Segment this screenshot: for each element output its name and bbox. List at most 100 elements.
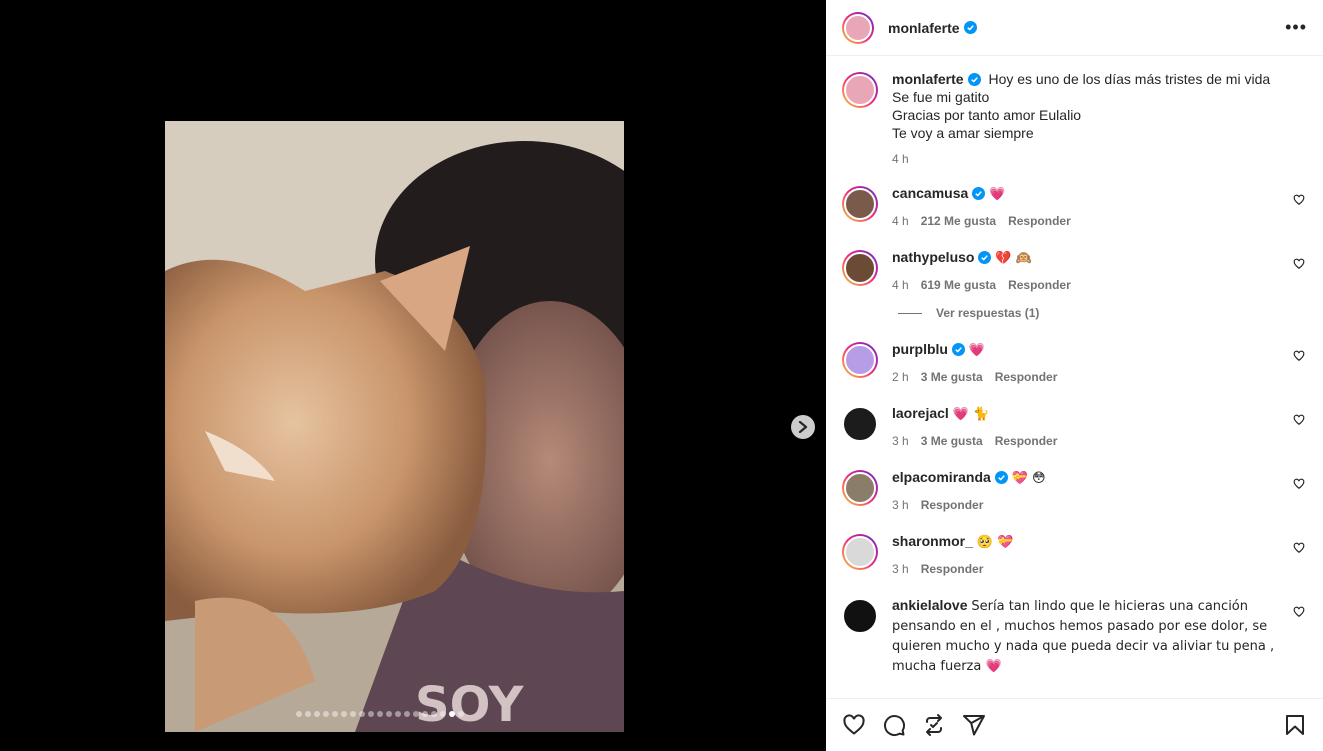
- next-slide-button[interactable]: [791, 415, 815, 439]
- comment-username[interactable]: nathypeluso: [892, 249, 974, 265]
- carousel-dot: [341, 711, 347, 717]
- like-count[interactable]: 3 Me gusta: [921, 432, 983, 450]
- avatar[interactable]: [842, 250, 878, 286]
- carousel-dot: [323, 711, 329, 717]
- carousel-dot: [440, 711, 446, 717]
- like-count[interactable]: 212 Me gusta: [921, 212, 996, 230]
- timestamp: 3 h: [892, 498, 909, 512]
- comment-text: purplblu 💗: [892, 340, 1292, 360]
- more-icon[interactable]: •••: [1285, 17, 1307, 38]
- comment-like-heart-icon[interactable]: [1293, 350, 1305, 362]
- carousel-dot: [413, 711, 419, 717]
- comment-content: 💗: [989, 187, 1006, 202]
- bookmark-icon[interactable]: [1283, 713, 1307, 737]
- avatar[interactable]: [842, 11, 874, 44]
- comment-text: laorejacl 💗 🐈: [892, 404, 1292, 424]
- comment-content: 🥺 💝: [976, 535, 1014, 550]
- reply-button[interactable]: Responder: [921, 560, 984, 578]
- avatar[interactable]: [842, 598, 878, 634]
- like-count[interactable]: 619 Me gusta: [921, 276, 996, 294]
- caption-body: monlaferte Hoy es uno de los días más tr…: [892, 70, 1292, 168]
- timestamp: 2 h: [892, 370, 909, 384]
- timestamp: 4 h: [892, 278, 909, 292]
- caption-line: Te voy a amar siempre: [892, 125, 1034, 141]
- caption-meta: 4 h: [892, 150, 1292, 168]
- avatar[interactable]: [842, 470, 878, 506]
- avatar[interactable]: [842, 342, 878, 378]
- comment-meta: 4 h 212 Me gusta Responder: [892, 212, 1292, 230]
- svg-text:SOY: SOY: [415, 677, 525, 732]
- caption-line: Hoy es uno de los días más tristes de mi…: [988, 71, 1271, 87]
- verified-icon: [963, 21, 977, 34]
- share-icon[interactable]: [922, 713, 946, 737]
- reply-button[interactable]: Responder: [1008, 276, 1071, 294]
- comment-username[interactable]: sharonmor_: [892, 533, 973, 549]
- comment-row: elpacomiranda 💝 😳 3 h Responder: [842, 468, 1307, 514]
- comment-text: elpacomiranda 💝 😳: [892, 468, 1292, 488]
- verified-icon: [967, 73, 981, 86]
- carousel-dot: [431, 711, 437, 717]
- comment-username[interactable]: cancamusa: [892, 185, 968, 201]
- post-photo[interactable]: SOY: [165, 121, 624, 732]
- comment-body: purplblu 💗 2 h 3 Me gusta Responder: [892, 340, 1292, 386]
- carousel-dot: [386, 711, 392, 717]
- comment-username[interactable]: ankielalove: [892, 597, 968, 613]
- comment-row: ankielalove Sería tan lindo que le hicie…: [842, 596, 1307, 676]
- comment-like-heart-icon[interactable]: [1293, 478, 1305, 490]
- avatar[interactable]: [842, 406, 878, 442]
- carousel-dot: [458, 711, 464, 717]
- comment-content: 💗: [968, 343, 986, 358]
- heart-icon[interactable]: [842, 713, 866, 737]
- carousel-dot: [449, 711, 455, 717]
- like-count[interactable]: 3 Me gusta: [921, 368, 983, 386]
- reply-button[interactable]: Responder: [1008, 212, 1071, 230]
- reply-button[interactable]: Responder: [921, 496, 984, 514]
- comment-body: cancamusa 💗 4 h 212 Me gusta Responder: [892, 184, 1292, 230]
- comment-username[interactable]: purplblu: [892, 341, 948, 357]
- comment-like-heart-icon[interactable]: [1293, 542, 1305, 554]
- divider: [898, 312, 922, 314]
- comment-text: sharonmor_ 🥺 💝: [892, 532, 1292, 552]
- comment-row: nathypeluso 💔 🙉 4 h 619 Me gusta Responder: [842, 248, 1307, 294]
- verified-icon: [952, 343, 965, 356]
- post-actions: [826, 698, 1323, 751]
- comment-icon[interactable]: [882, 713, 906, 737]
- comment-body: elpacomiranda 💝 😳 3 h Responder: [892, 468, 1292, 514]
- comment-body: laorejacl 💗 🐈 3 h 3 Me gusta Responder: [892, 404, 1292, 450]
- comment-content: 💗 🐈: [952, 407, 990, 422]
- chevron-right-icon: [798, 421, 808, 433]
- comment-body: sharonmor_ 🥺 💝 3 h Responder: [892, 532, 1292, 578]
- verified-icon: [972, 187, 986, 200]
- post-author-username[interactable]: monlaferte: [888, 20, 960, 36]
- comment-username[interactable]: laorejacl: [892, 405, 949, 421]
- caption-row: monlaferte Hoy es uno de los días más tr…: [842, 70, 1307, 168]
- avatar[interactable]: [842, 72, 878, 108]
- media-pane: SOY: [0, 0, 826, 751]
- send-icon[interactable]: [962, 713, 986, 737]
- comment-like-heart-icon[interactable]: [1293, 194, 1305, 206]
- comment-row: laorejacl 💗 🐈 3 h 3 Me gusta Responder: [842, 404, 1307, 450]
- comment-like-heart-icon[interactable]: [1293, 414, 1305, 426]
- view-replies-button[interactable]: Ver respuestas (1): [898, 304, 1307, 322]
- timestamp: 3 h: [892, 434, 909, 448]
- caption-username[interactable]: monlaferte: [892, 71, 964, 87]
- reply-button[interactable]: Responder: [995, 368, 1058, 386]
- carousel-dot: [368, 711, 374, 717]
- post-header: monlaferte •••: [826, 0, 1323, 56]
- comment-username[interactable]: elpacomiranda: [892, 469, 991, 485]
- comment-row: purplblu 💗 2 h 3 Me gusta Responder: [842, 340, 1307, 386]
- comment-row: cancamusa 💗 4 h 212 Me gusta Responder: [842, 184, 1307, 230]
- comment-like-heart-icon[interactable]: [1293, 606, 1305, 618]
- carousel-dot: [296, 711, 302, 717]
- carousel-dot: [332, 711, 338, 717]
- avatar[interactable]: [842, 534, 878, 570]
- comment-content: 💔 🙉: [995, 251, 1032, 266]
- comment-text: cancamusa 💗: [892, 184, 1292, 204]
- caption-text: monlaferte Hoy es uno de los días más tr…: [892, 70, 1292, 142]
- comment-like-heart-icon[interactable]: [1293, 258, 1305, 270]
- post-sidebar: monlaferte ••• monlaferte Hoy es uno de …: [826, 0, 1323, 751]
- timestamp: 4 h: [892, 214, 909, 228]
- avatar[interactable]: [842, 186, 878, 222]
- carousel-dot: [359, 711, 365, 717]
- reply-button[interactable]: Responder: [995, 432, 1058, 450]
